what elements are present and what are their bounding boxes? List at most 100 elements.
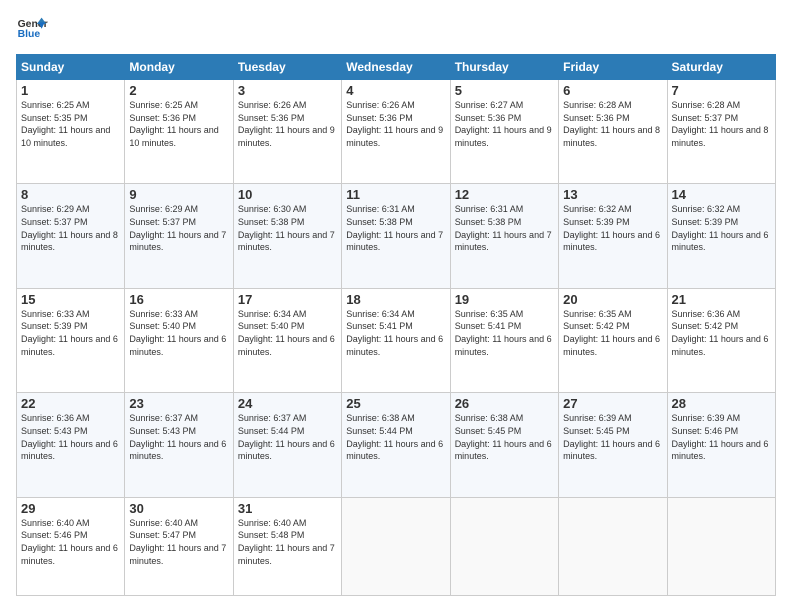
calendar-cell: 24 Sunrise: 6:37 AM Sunset: 5:44 PM Dayl… [233, 393, 341, 497]
day-info: Sunrise: 6:38 AM Sunset: 5:45 PM Dayligh… [455, 412, 554, 462]
day-info: Sunrise: 6:35 AM Sunset: 5:41 PM Dayligh… [455, 308, 554, 358]
calendar-cell: 13 Sunrise: 6:32 AM Sunset: 5:39 PM Dayl… [559, 184, 667, 288]
calendar-week-row: 15 Sunrise: 6:33 AM Sunset: 5:39 PM Dayl… [17, 288, 776, 392]
day-number: 20 [563, 292, 662, 307]
day-info: Sunrise: 6:36 AM Sunset: 5:43 PM Dayligh… [21, 412, 120, 462]
calendar-cell [342, 497, 450, 595]
day-info: Sunrise: 6:32 AM Sunset: 5:39 PM Dayligh… [563, 203, 662, 253]
day-info: Sunrise: 6:40 AM Sunset: 5:47 PM Dayligh… [129, 517, 228, 567]
day-info: Sunrise: 6:31 AM Sunset: 5:38 PM Dayligh… [346, 203, 445, 253]
calendar-cell: 12 Sunrise: 6:31 AM Sunset: 5:38 PM Dayl… [450, 184, 558, 288]
calendar-day-header: Wednesday [342, 55, 450, 80]
page-header: General Blue [16, 16, 776, 44]
day-number: 19 [455, 292, 554, 307]
day-number: 29 [21, 501, 120, 516]
calendar-cell: 17 Sunrise: 6:34 AM Sunset: 5:40 PM Dayl… [233, 288, 341, 392]
calendar-cell [559, 497, 667, 595]
logo-icon: General Blue [16, 16, 48, 44]
calendar-cell: 14 Sunrise: 6:32 AM Sunset: 5:39 PM Dayl… [667, 184, 775, 288]
day-number: 13 [563, 187, 662, 202]
day-number: 4 [346, 83, 445, 98]
day-number: 12 [455, 187, 554, 202]
day-number: 1 [21, 83, 120, 98]
calendar-week-row: 22 Sunrise: 6:36 AM Sunset: 5:43 PM Dayl… [17, 393, 776, 497]
calendar-cell: 15 Sunrise: 6:33 AM Sunset: 5:39 PM Dayl… [17, 288, 125, 392]
day-number: 10 [238, 187, 337, 202]
calendar-cell: 5 Sunrise: 6:27 AM Sunset: 5:36 PM Dayli… [450, 80, 558, 184]
calendar-cell: 26 Sunrise: 6:38 AM Sunset: 5:45 PM Dayl… [450, 393, 558, 497]
day-info: Sunrise: 6:25 AM Sunset: 5:36 PM Dayligh… [129, 99, 228, 149]
day-number: 18 [346, 292, 445, 307]
calendar-week-row: 1 Sunrise: 6:25 AM Sunset: 5:35 PM Dayli… [17, 80, 776, 184]
calendar-cell: 27 Sunrise: 6:39 AM Sunset: 5:45 PM Dayl… [559, 393, 667, 497]
day-info: Sunrise: 6:37 AM Sunset: 5:43 PM Dayligh… [129, 412, 228, 462]
day-number: 21 [672, 292, 771, 307]
calendar-header-row: SundayMondayTuesdayWednesdayThursdayFrid… [17, 55, 776, 80]
calendar-cell: 10 Sunrise: 6:30 AM Sunset: 5:38 PM Dayl… [233, 184, 341, 288]
calendar-day-header: Monday [125, 55, 233, 80]
day-number: 27 [563, 396, 662, 411]
calendar-cell: 3 Sunrise: 6:26 AM Sunset: 5:36 PM Dayli… [233, 80, 341, 184]
calendar-day-header: Thursday [450, 55, 558, 80]
calendar-cell: 25 Sunrise: 6:38 AM Sunset: 5:44 PM Dayl… [342, 393, 450, 497]
day-number: 3 [238, 83, 337, 98]
day-number: 16 [129, 292, 228, 307]
day-info: Sunrise: 6:38 AM Sunset: 5:44 PM Dayligh… [346, 412, 445, 462]
calendar-cell: 21 Sunrise: 6:36 AM Sunset: 5:42 PM Dayl… [667, 288, 775, 392]
calendar-cell: 19 Sunrise: 6:35 AM Sunset: 5:41 PM Dayl… [450, 288, 558, 392]
day-info: Sunrise: 6:29 AM Sunset: 5:37 PM Dayligh… [129, 203, 228, 253]
calendar-table: SundayMondayTuesdayWednesdayThursdayFrid… [16, 54, 776, 596]
calendar-cell: 4 Sunrise: 6:26 AM Sunset: 5:36 PM Dayli… [342, 80, 450, 184]
day-info: Sunrise: 6:39 AM Sunset: 5:45 PM Dayligh… [563, 412, 662, 462]
day-number: 31 [238, 501, 337, 516]
day-number: 8 [21, 187, 120, 202]
calendar-cell: 8 Sunrise: 6:29 AM Sunset: 5:37 PM Dayli… [17, 184, 125, 288]
calendar-cell: 31 Sunrise: 6:40 AM Sunset: 5:48 PM Dayl… [233, 497, 341, 595]
day-number: 7 [672, 83, 771, 98]
day-number: 23 [129, 396, 228, 411]
calendar-week-row: 8 Sunrise: 6:29 AM Sunset: 5:37 PM Dayli… [17, 184, 776, 288]
day-number: 17 [238, 292, 337, 307]
calendar-day-header: Friday [559, 55, 667, 80]
day-info: Sunrise: 6:30 AM Sunset: 5:38 PM Dayligh… [238, 203, 337, 253]
day-info: Sunrise: 6:26 AM Sunset: 5:36 PM Dayligh… [346, 99, 445, 149]
day-number: 26 [455, 396, 554, 411]
day-number: 15 [21, 292, 120, 307]
day-number: 2 [129, 83, 228, 98]
calendar-week-row: 29 Sunrise: 6:40 AM Sunset: 5:46 PM Dayl… [17, 497, 776, 595]
day-number: 11 [346, 187, 445, 202]
day-info: Sunrise: 6:31 AM Sunset: 5:38 PM Dayligh… [455, 203, 554, 253]
day-info: Sunrise: 6:29 AM Sunset: 5:37 PM Dayligh… [21, 203, 120, 253]
day-info: Sunrise: 6:40 AM Sunset: 5:48 PM Dayligh… [238, 517, 337, 567]
day-info: Sunrise: 6:27 AM Sunset: 5:36 PM Dayligh… [455, 99, 554, 149]
calendar-day-header: Sunday [17, 55, 125, 80]
day-info: Sunrise: 6:33 AM Sunset: 5:40 PM Dayligh… [129, 308, 228, 358]
day-number: 24 [238, 396, 337, 411]
calendar-cell: 7 Sunrise: 6:28 AM Sunset: 5:37 PM Dayli… [667, 80, 775, 184]
day-number: 30 [129, 501, 228, 516]
calendar-cell [450, 497, 558, 595]
calendar-day-header: Tuesday [233, 55, 341, 80]
day-number: 28 [672, 396, 771, 411]
day-info: Sunrise: 6:34 AM Sunset: 5:41 PM Dayligh… [346, 308, 445, 358]
day-info: Sunrise: 6:37 AM Sunset: 5:44 PM Dayligh… [238, 412, 337, 462]
day-info: Sunrise: 6:25 AM Sunset: 5:35 PM Dayligh… [21, 99, 120, 149]
calendar-cell: 2 Sunrise: 6:25 AM Sunset: 5:36 PM Dayli… [125, 80, 233, 184]
calendar-cell: 28 Sunrise: 6:39 AM Sunset: 5:46 PM Dayl… [667, 393, 775, 497]
calendar-cell: 20 Sunrise: 6:35 AM Sunset: 5:42 PM Dayl… [559, 288, 667, 392]
day-number: 6 [563, 83, 662, 98]
day-info: Sunrise: 6:35 AM Sunset: 5:42 PM Dayligh… [563, 308, 662, 358]
calendar-cell [667, 497, 775, 595]
calendar-cell: 1 Sunrise: 6:25 AM Sunset: 5:35 PM Dayli… [17, 80, 125, 184]
day-info: Sunrise: 6:33 AM Sunset: 5:39 PM Dayligh… [21, 308, 120, 358]
calendar-cell: 6 Sunrise: 6:28 AM Sunset: 5:36 PM Dayli… [559, 80, 667, 184]
day-info: Sunrise: 6:26 AM Sunset: 5:36 PM Dayligh… [238, 99, 337, 149]
calendar-day-header: Saturday [667, 55, 775, 80]
calendar-cell: 16 Sunrise: 6:33 AM Sunset: 5:40 PM Dayl… [125, 288, 233, 392]
day-number: 25 [346, 396, 445, 411]
day-info: Sunrise: 6:34 AM Sunset: 5:40 PM Dayligh… [238, 308, 337, 358]
day-number: 14 [672, 187, 771, 202]
calendar-cell: 29 Sunrise: 6:40 AM Sunset: 5:46 PM Dayl… [17, 497, 125, 595]
day-info: Sunrise: 6:39 AM Sunset: 5:46 PM Dayligh… [672, 412, 771, 462]
calendar-cell: 11 Sunrise: 6:31 AM Sunset: 5:38 PM Dayl… [342, 184, 450, 288]
